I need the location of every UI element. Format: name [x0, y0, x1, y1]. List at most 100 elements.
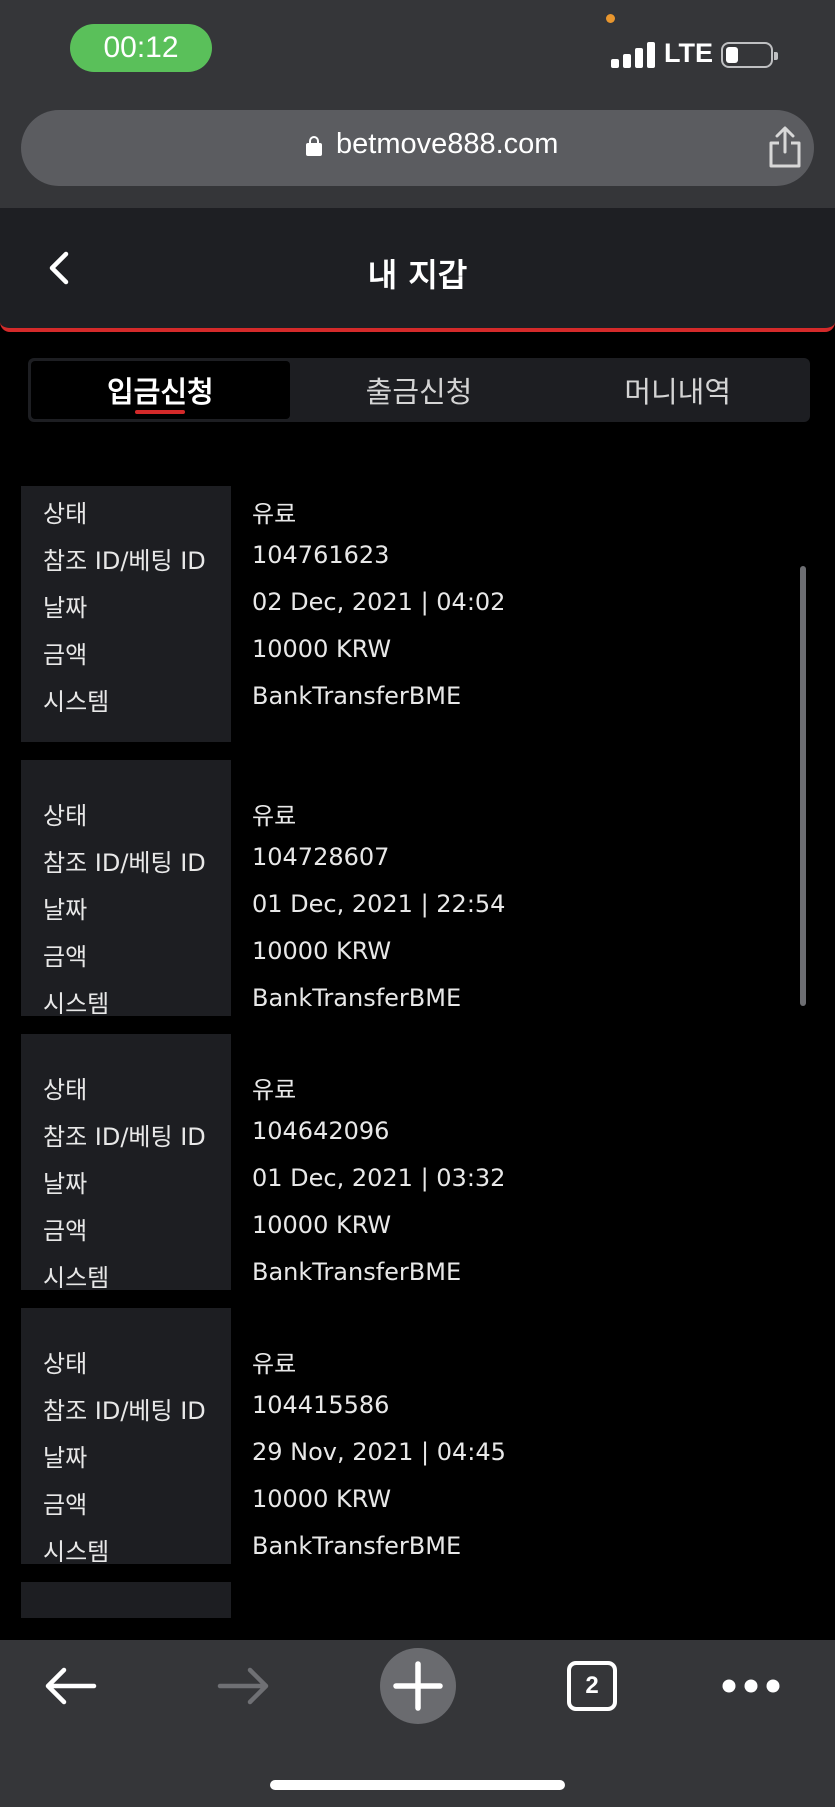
record-row-amount: 금액 10000 KRW [0, 629, 835, 669]
record-row-ref-id: 참조 ID/베팅 ID 104728607 [0, 837, 835, 877]
tabs-button[interactable]: 2 [566, 1640, 618, 1732]
record-row-status: 상태 유료 [0, 1064, 835, 1104]
transaction-list[interactable]: 상태 유료 참조 ID/베팅 ID 104761623 날짜 02 Dec, 2… [0, 486, 835, 1618]
label-status: 상태 [43, 500, 88, 528]
value-ref-id: 104728607 [252, 843, 390, 871]
tabs-count: 2 [585, 1672, 599, 1699]
status-bar: 00:12 LTE [0, 0, 835, 100]
value-system: BankTransferBME [252, 984, 462, 1012]
record-row-amount: 금액 10000 KRW [0, 931, 835, 971]
value-status: 유료 [252, 1350, 297, 1378]
label-ref-id: 참조 ID/베팅 ID [43, 1397, 206, 1425]
label-status: 상태 [43, 1076, 88, 1104]
value-ref-id: 104415586 [252, 1391, 390, 1419]
page-header: 내 지갑 [0, 208, 835, 332]
new-tab-button[interactable] [379, 1640, 457, 1732]
status-time: 00:12 [70, 24, 212, 72]
label-amount: 금액 [43, 1491, 88, 1519]
share-icon[interactable] [767, 126, 803, 168]
label-status: 상태 [43, 802, 88, 830]
transaction-record: 상태 유료 참조 ID/베팅 ID 104415586 날짜 29 Nov, 2… [0, 1308, 835, 1566]
transaction-record: 상태 유료 참조 ID/베팅 ID 104761623 날짜 02 Dec, 2… [0, 486, 835, 742]
label-amount: 금액 [43, 943, 88, 971]
label-amount: 금액 [43, 1217, 88, 1245]
value-status: 유료 [252, 500, 297, 528]
more-dots-icon [722, 1679, 780, 1693]
label-date: 날짜 [43, 1170, 88, 1198]
record-row-system: 시스템 BankTransferBME [0, 978, 835, 1018]
value-system: BankTransferBME [252, 1258, 462, 1286]
browser-back-button[interactable] [30, 1640, 110, 1732]
url-text: betmove888.com [336, 128, 559, 160]
scrollbar[interactable] [800, 566, 806, 1006]
arrow-right-icon [217, 1667, 269, 1705]
active-tab-indicator [135, 410, 186, 414]
value-date: 01 Dec, 2021 | 03:32 [252, 1164, 506, 1192]
label-ref-id: 참조 ID/베팅 ID [43, 849, 206, 877]
record-row-ref-id: 참조 ID/베팅 ID 104415586 [0, 1385, 835, 1425]
record-row-ref-id: 참조 ID/베팅 ID 104761623 [0, 535, 835, 575]
tabs-count-icon: 2 [567, 1661, 617, 1711]
transaction-record: 상태 유료 참조 ID/베팅 ID 104728607 날짜 01 Dec, 2… [0, 760, 835, 1018]
more-options-button[interactable] [718, 1640, 784, 1732]
value-status: 유료 [252, 1076, 297, 1104]
tab-label: 입금신청 [106, 375, 214, 409]
value-amount: 10000 KRW [252, 1485, 392, 1513]
tab-label: 머니내역 [624, 375, 732, 409]
label-system: 시스템 [43, 688, 110, 716]
tab-deposit-request[interactable]: 입금신청 [31, 361, 290, 419]
record-row-system: 시스템 BankTransferBME [0, 1526, 835, 1566]
value-date: 02 Dec, 2021 | 04:02 [252, 588, 506, 616]
label-ref-id: 참조 ID/베팅 ID [43, 1123, 206, 1151]
record-row-status: 상태 유료 [0, 1612, 835, 1618]
value-system: BankTransferBME [252, 1532, 462, 1560]
browser-forward-button[interactable] [204, 1640, 284, 1732]
wallet-tabs: 입금신청 출금신청 머니내역 [28, 358, 810, 422]
signal-strength-icon [611, 42, 655, 68]
privacy-indicator-dot [606, 14, 615, 23]
browser-address-area: betmove888.com [0, 100, 835, 208]
label-system: 시스템 [43, 990, 110, 1018]
address-bar[interactable]: betmove888.com [21, 110, 814, 186]
record-row-status: 상태 유료 [0, 488, 835, 528]
label-date: 날짜 [43, 1444, 88, 1472]
value-amount: 10000 KRW [252, 1211, 392, 1239]
label-status: 상태 [43, 1350, 88, 1378]
label-system: 시스템 [43, 1264, 110, 1292]
record-row-ref-id: 참조 ID/베팅 ID 104642096 [0, 1111, 835, 1151]
transaction-record: 상태 유료 [0, 1582, 835, 1618]
label-date: 날짜 [43, 896, 88, 924]
page-title: 내 지갑 [367, 256, 468, 294]
battery-icon [721, 42, 778, 68]
record-row-date: 날짜 01 Dec, 2021 | 03:32 [0, 1158, 835, 1198]
record-row-amount: 금액 10000 KRW [0, 1205, 835, 1245]
value-ref-id: 104642096 [252, 1117, 390, 1145]
transaction-record: 상태 유료 참조 ID/베팅 ID 104642096 날짜 01 Dec, 2… [0, 1034, 835, 1292]
tab-withdraw-request[interactable]: 출금신청 [290, 361, 549, 419]
value-system: BankTransferBME [252, 682, 462, 710]
value-ref-id: 104761623 [252, 541, 390, 569]
arrow-left-icon [45, 1667, 97, 1705]
tab-money-history[interactable]: 머니내역 [548, 361, 807, 419]
label-date: 날짜 [43, 594, 88, 622]
label-ref-id: 참조 ID/베팅 ID [43, 547, 206, 575]
lock-icon [306, 136, 322, 156]
label-system: 시스템 [43, 1538, 110, 1566]
value-amount: 10000 KRW [252, 937, 392, 965]
record-row-status: 상태 유료 [0, 790, 835, 830]
value-amount: 10000 KRW [252, 635, 392, 663]
record-row-amount: 금액 10000 KRW [0, 1479, 835, 1519]
network-type: LTE [664, 38, 713, 68]
record-row-date: 날짜 02 Dec, 2021 | 04:02 [0, 582, 835, 622]
record-row-date: 날짜 29 Nov, 2021 | 04:45 [0, 1432, 835, 1472]
value-date: 29 Nov, 2021 | 04:45 [252, 1438, 506, 1466]
plus-icon [380, 1648, 456, 1724]
record-row-system: 시스템 BankTransferBME [0, 1252, 835, 1292]
record-row-status: 상태 유료 [0, 1338, 835, 1378]
value-date: 01 Dec, 2021 | 22:54 [252, 890, 506, 918]
label-amount: 금액 [43, 641, 88, 669]
home-indicator[interactable] [270, 1780, 565, 1790]
record-row-date: 날짜 01 Dec, 2021 | 22:54 [0, 884, 835, 924]
record-row-system: 시스템 BankTransferBME [0, 676, 835, 716]
tab-label: 출금신청 [365, 375, 473, 409]
